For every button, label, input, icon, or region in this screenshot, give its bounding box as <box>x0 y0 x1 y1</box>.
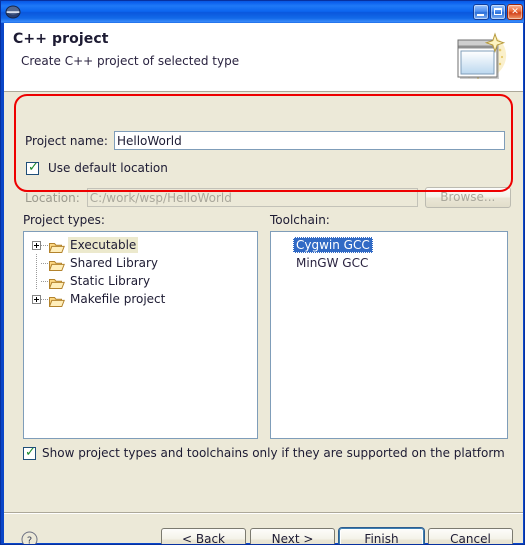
tree-connector-line <box>41 298 49 300</box>
folder-icon <box>48 257 65 271</box>
list-item[interactable]: Cygwin GCC <box>271 236 507 254</box>
cancel-button-label: Cancel <box>450 532 491 545</box>
project-types-list[interactable]: Executable Shared Library Static Library… <box>23 231 258 439</box>
tree-connector-line <box>36 254 37 272</box>
dialog-client-area: C++ project Create C++ project of select… <box>4 23 523 545</box>
next-button[interactable]: Next > <box>250 528 335 545</box>
tree-connector-line <box>41 280 49 282</box>
use-default-location-label: Use default location <box>48 161 168 175</box>
wizard-banner: C++ project Create C++ project of select… <box>4 23 523 92</box>
expand-plus-icon[interactable] <box>32 294 41 304</box>
close-button[interactable]: ✕ <box>507 4 523 20</box>
project-types-label: Project types: <box>23 213 105 227</box>
location-label: Location: <box>25 190 80 205</box>
checkmark-icon: ✓ <box>25 444 36 460</box>
minimize-button[interactable] <box>473 4 489 20</box>
tree-item-static-library[interactable]: Static Library <box>24 272 257 290</box>
show-supported-only-row[interactable]: ✓ Show project types and toolchains only… <box>23 444 505 460</box>
tree-item-makefile-project[interactable]: Makefile project <box>24 290 257 308</box>
svg-text:?: ? <box>27 535 32 545</box>
toolchain-item-label: Cygwin GCC <box>293 237 373 253</box>
folder-icon <box>48 275 65 289</box>
help-question-icon[interactable]: ? <box>21 531 38 545</box>
back-button[interactable]: < Back <box>161 528 246 545</box>
checkmark-icon: ✓ <box>28 159 39 175</box>
project-types-tree: Executable Shared Library Static Library… <box>24 232 257 308</box>
tree-connector-line <box>36 272 37 290</box>
tree-item-shared-library[interactable]: Shared Library <box>24 254 257 272</box>
location-input <box>86 188 418 207</box>
new-project-wizard-icon <box>451 30 513 86</box>
wizard-dialog-window: ✕ C++ project Create C++ project of sele… <box>0 0 525 545</box>
use-default-location-checkbox[interactable]: ✓ <box>26 159 39 175</box>
title-bar[interactable]: ✕ <box>1 1 524 23</box>
cancel-button[interactable]: Cancel <box>428 528 513 545</box>
tree-connector-line <box>41 262 49 264</box>
page-description: Create C++ project of selected type <box>21 54 240 68</box>
project-name-input[interactable] <box>113 131 505 150</box>
tree-item-label: Static Library <box>70 274 151 288</box>
toolchain-list[interactable]: Cygwin GCC MinGW GCC <box>270 231 508 439</box>
browse-button: Browse... <box>424 187 511 208</box>
folder-icon <box>48 293 65 307</box>
tree-item-executable[interactable]: Executable <box>24 236 257 254</box>
window-controls: ✕ <box>473 4 523 20</box>
toolchain-items: Cygwin GCC MinGW GCC <box>271 232 507 272</box>
expand-plus-icon[interactable] <box>32 240 41 250</box>
eclipse-logo-icon <box>5 4 21 20</box>
list-item[interactable]: MinGW GCC <box>271 254 507 272</box>
toolchain-label: Toolchain: <box>270 213 330 227</box>
dialog-button-bar: < Back Next > Finish Cancel <box>161 528 513 545</box>
finish-button-label: Finish <box>364 532 399 545</box>
project-name-label: Project name: <box>25 133 108 148</box>
project-name-row: Project name: <box>25 131 508 150</box>
back-button-label: < Back <box>181 532 225 545</box>
page-title: C++ project <box>13 31 109 47</box>
next-button-label: Next > <box>271 532 314 545</box>
use-default-location-row[interactable]: ✓ Use default location <box>26 159 168 175</box>
show-supported-only-checkbox[interactable]: ✓ <box>23 444 36 460</box>
show-supported-only-label: Show project types and toolchains only i… <box>42 446 505 460</box>
toolchain-item-label: MinGW GCC <box>296 256 369 270</box>
tree-item-label: Makefile project <box>70 292 166 306</box>
location-row: Location: Browse... <box>25 187 511 208</box>
folder-icon <box>48 239 65 253</box>
tree-item-label: Executable <box>68 237 139 253</box>
finish-button[interactable]: Finish <box>339 528 424 545</box>
close-icon: ✕ <box>511 7 519 17</box>
tree-item-label: Shared Library <box>70 256 159 270</box>
maximize-button[interactable] <box>490 4 506 20</box>
footer-separator <box>4 512 523 513</box>
tree-connector-line <box>41 244 49 246</box>
